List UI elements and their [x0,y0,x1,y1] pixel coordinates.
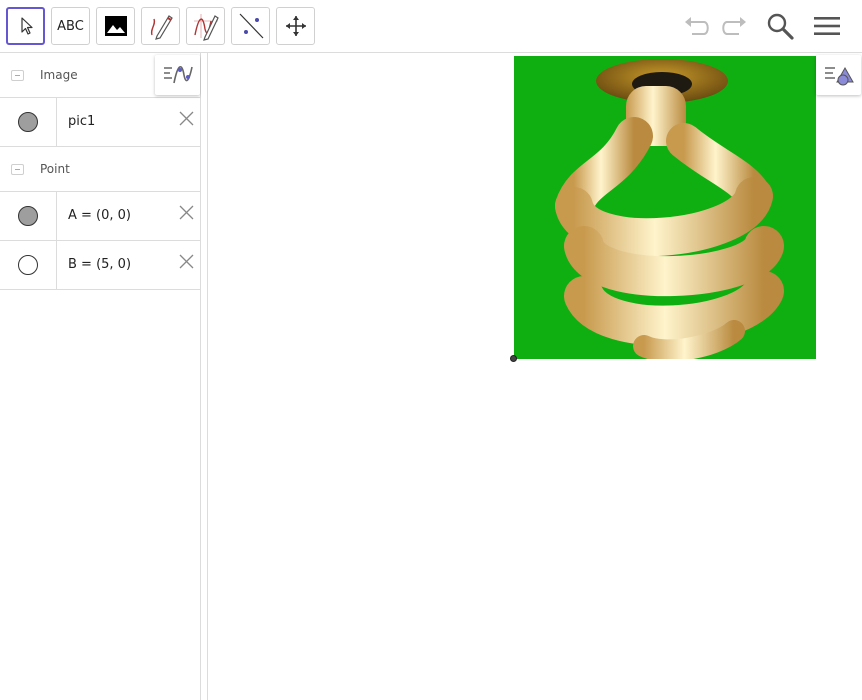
delete-icon[interactable] [178,110,195,127]
search-icon [767,13,794,40]
redo-icon [722,17,746,35]
view-splitter[interactable] [201,53,208,700]
algebra-view: Image pic1 Point A = (0, 0) B = (5, 0) [0,53,201,700]
algebra-style-bar-icon [163,66,193,84]
text-tool-label: ABC [57,18,84,34]
image-icon [104,16,127,36]
toolbar: ABC [0,0,862,53]
pen-icon [150,15,173,40]
search-button[interactable] [762,8,798,44]
main-menu-button[interactable] [809,8,845,44]
point-a[interactable] [510,355,517,362]
delete-icon[interactable] [178,204,195,221]
marble-cell [0,241,57,289]
algebra-item-definition[interactable]: A = (0, 0) [68,208,131,223]
algebra-item-pic1[interactable]: pic1 [0,98,200,147]
group-label: Point [40,162,70,176]
move-tool-button[interactable] [6,7,45,45]
marble-cell [0,192,57,240]
move-graphics-view-tool-button[interactable] [276,7,315,45]
algebra-item-definition[interactable]: B = (5, 0) [68,257,131,272]
undo-button[interactable] [679,8,715,44]
collapse-icon[interactable] [11,70,24,81]
algebra-item-point-b[interactable]: B = (5, 0) [0,241,200,290]
arrow-cursor-icon [20,17,33,35]
algebra-item-definition[interactable]: pic1 [68,114,95,129]
image-tool-button[interactable] [96,7,135,45]
light-bulb-icon [555,59,784,359]
graphics-style-bar-button[interactable] [816,55,861,95]
move-arrows-icon [285,16,306,36]
line-tool-button[interactable] [231,7,270,45]
graphics-style-bar-icon [824,66,854,86]
algebra-item-point-a[interactable]: A = (0, 0) [0,192,200,241]
group-label: Image [40,68,78,82]
group-header-point[interactable]: Point [0,147,200,192]
menu-icon [814,17,840,35]
marble-cell [0,98,57,146]
pen-tool-button[interactable] [141,7,180,45]
freehand-function-icon [193,14,219,41]
collapse-icon[interactable] [11,164,24,175]
visibility-marble-icon[interactable] [18,112,38,132]
visibility-marble-icon[interactable] [18,255,38,275]
undo-icon [685,17,709,35]
line-through-points-icon [239,13,263,39]
visibility-marble-icon[interactable] [18,206,38,226]
spiral-bulb-image[interactable] [514,56,816,359]
delete-icon[interactable] [178,253,195,270]
algebra-style-bar-button[interactable] [155,55,200,95]
text-tool-button[interactable]: ABC [51,7,90,45]
redo-button[interactable] [716,8,752,44]
freehand-function-tool-button[interactable] [186,7,225,45]
